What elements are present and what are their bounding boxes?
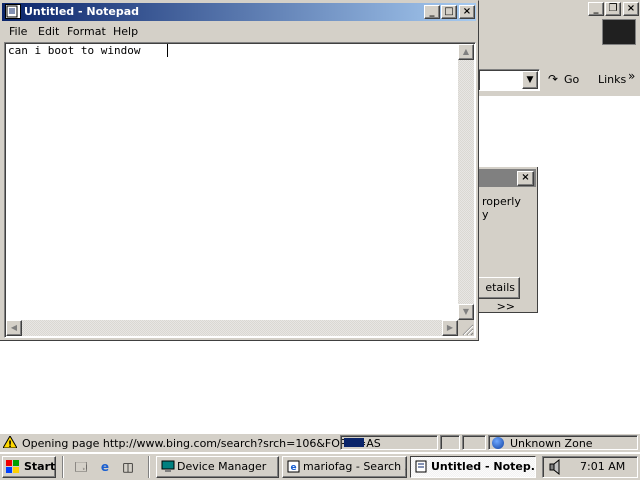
text-caret [167,44,168,57]
resize-grip-icon[interactable] [458,320,474,336]
error-text-line: y [482,208,489,221]
links-button[interactable]: Links » [590,69,640,91]
svg-text:!: ! [8,440,12,448]
close-button[interactable]: × [459,5,475,19]
speaker-icon[interactable] [548,458,564,476]
task-label: Device Manager [177,460,267,473]
desktop-icon[interactable]: 🗔 [72,458,90,476]
menu-format[interactable]: Format [67,25,106,38]
menu-edit[interactable]: Edit [38,25,59,38]
scroll-left-button[interactable]: ◀ [6,320,22,336]
error-text-line: roperly [482,195,521,208]
progress-bar-fill [344,438,364,447]
svg-text:e: e [290,463,296,473]
text-editor[interactable] [4,42,476,338]
ie-icon: e [287,460,301,473]
address-dropdown-button[interactable]: ▼ [522,71,538,89]
menu-help[interactable]: Help [113,25,138,38]
notepad-icon [415,460,429,473]
browser-window-controls: _ ❐ × [588,2,640,16]
status-panel [462,435,486,450]
links-label: Links [598,73,627,86]
browser-close-button[interactable]: × [623,2,639,16]
globe-icon [492,437,504,449]
clock[interactable]: 7:01 AM [580,460,625,473]
error-dialog-close-button[interactable]: × [517,171,534,186]
scroll-down-button[interactable]: ▼ [458,304,474,320]
task-browser-search[interactable]: e mariofag - Search ... [282,456,407,478]
notepad-icon [5,4,21,19]
editor-content[interactable]: can i boot to window [8,44,140,57]
menu-file[interactable]: File [9,25,27,38]
scroll-right-button[interactable]: ▶ [442,320,458,336]
vertical-scrollbar[interactable]: ▲ ▼ [458,44,474,320]
browser-restore-button[interactable]: ❐ [605,2,621,16]
notepad-title: Untitled - Notepad [24,5,140,18]
address-bar[interactable]: ▼ [478,69,540,91]
error-dialog-text: roperly y [482,195,538,221]
browser-throbber-logo [602,19,636,45]
links-chevron-icon[interactable]: » [628,69,635,83]
start-label: Start [24,460,56,473]
security-zone-label: Unknown Zone [510,437,593,450]
task-notepad[interactable]: Untitled - Notep... [410,456,536,478]
horizontal-scrollbar[interactable]: ◀ ▶ [6,320,458,336]
status-text: Opening page http://www.bing.com/search?… [22,437,381,450]
taskbar-separator [148,456,150,478]
minimize-button[interactable]: _ [424,5,440,19]
scroll-up-button[interactable]: ▲ [458,44,474,60]
maximize-button[interactable]: □ [441,5,457,19]
taskbar-separator [62,456,64,478]
details-button[interactable]: etails >> [478,277,520,313]
go-button[interactable]: ↷ Go [546,69,586,91]
go-arrow-icon: ↷ [548,72,559,86]
warning-icon: ! [2,435,18,450]
task-label: Untitled - Notep... [431,460,536,473]
go-label: Go [564,73,580,86]
channels-icon[interactable]: ◫ [119,458,137,476]
browser-minimize-button[interactable]: _ [588,2,604,16]
status-panel [440,435,460,450]
task-device-manager[interactable]: Device Manager [156,456,279,478]
windows-logo-icon [6,460,19,473]
task-label: mariofag - Search ... [303,460,407,473]
device-manager-icon [161,460,175,473]
ie-icon[interactable]: e [96,458,114,476]
